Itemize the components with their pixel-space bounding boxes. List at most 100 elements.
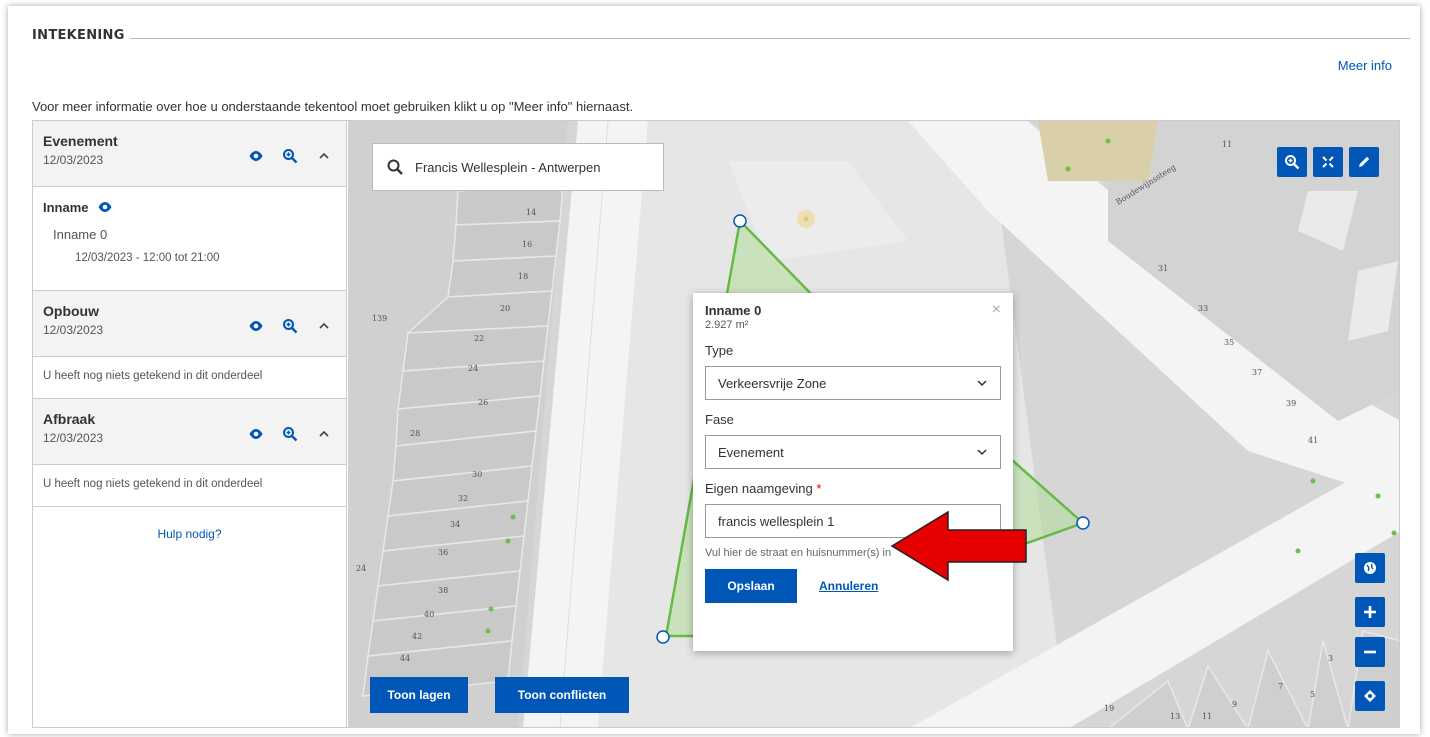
- zoom-to-button[interactable]: [1277, 147, 1307, 177]
- house-number: 24: [356, 564, 366, 573]
- house-number: 22: [474, 334, 484, 343]
- phase-name: Afbraak: [43, 411, 96, 427]
- search-value: Francis Wellesplein - Antwerpen: [415, 159, 601, 175]
- globe-icon: [1364, 562, 1376, 574]
- name-label-text: Eigen naamgeving: [705, 481, 813, 496]
- zoom-icon[interactable]: [282, 426, 298, 442]
- zoom-in-button[interactable]: [1355, 597, 1385, 627]
- house-number: 36: [438, 548, 448, 557]
- name-value: francis wellesplein 1: [718, 513, 835, 529]
- fase-value: Evenement: [718, 444, 784, 460]
- help-link[interactable]: Hulp nodig?: [33, 527, 346, 541]
- house-number: 40: [424, 610, 434, 619]
- toon-conflicten-button[interactable]: Toon conflicten: [495, 677, 629, 713]
- chevron-up-icon[interactable]: [316, 426, 332, 442]
- house-number: 19: [1104, 704, 1114, 713]
- popup-title: Inname 0: [705, 303, 762, 318]
- house-number: 42: [412, 632, 422, 641]
- house-number: 34: [450, 520, 460, 529]
- house-number: 38: [438, 586, 448, 595]
- drawing-workspace: Evenement 12/03/2023 Inname Inname 0 12/…: [32, 120, 1400, 728]
- zoom-icon[interactable]: [282, 318, 298, 334]
- inname-popup: × Inname 0 2.927 m² Type Verkeersvrije Z…: [693, 293, 1013, 651]
- meer-info-link[interactable]: Meer info: [1338, 58, 1392, 73]
- cancel-link[interactable]: Annuleren: [819, 579, 878, 593]
- inname-time: 12/03/2023 - 12:00 tot 21:00: [75, 252, 220, 264]
- house-number: 11: [1222, 140, 1232, 149]
- inname-item[interactable]: Inname 0: [43, 227, 336, 242]
- house-number: 35: [1224, 338, 1234, 347]
- edit-icon: [1359, 156, 1370, 167]
- fullscreen-button[interactable]: [1313, 147, 1343, 177]
- toon-lagen-button[interactable]: Toon lagen: [370, 677, 468, 713]
- phase-evenement[interactable]: Evenement 12/03/2023: [33, 121, 346, 187]
- house-number: 139: [372, 314, 387, 323]
- annotation-arrow-icon: [890, 510, 1027, 582]
- locate-icon: [1364, 690, 1376, 702]
- house-number: 11: [1202, 712, 1212, 721]
- house-number: 41: [1308, 436, 1318, 445]
- type-select[interactable]: Verkeersvrije Zone: [705, 366, 1001, 400]
- house-number: 37: [1252, 368, 1262, 377]
- eye-icon[interactable]: [248, 148, 264, 164]
- phase-name: Evenement: [43, 133, 118, 149]
- search-icon: [387, 159, 403, 175]
- sidebar: Evenement 12/03/2023 Inname Inname 0 12/…: [33, 121, 347, 727]
- house-number: 16: [522, 240, 532, 249]
- house-number: 5: [1310, 690, 1315, 699]
- chevron-down-icon: [977, 380, 987, 387]
- house-number: 9: [1232, 700, 1237, 709]
- chevron-up-icon[interactable]: [316, 148, 332, 164]
- edit-button[interactable]: [1349, 147, 1379, 177]
- inname-title: Inname: [43, 199, 89, 215]
- house-number: 39: [1286, 399, 1296, 408]
- close-icon[interactable]: ×: [992, 301, 1001, 319]
- eye-icon[interactable]: [97, 199, 113, 215]
- house-number: 26: [478, 398, 488, 407]
- house-number: 33: [1198, 304, 1208, 313]
- map-canvas[interactable]: 14 16 18 20 22 24 26 28 30 32 34 36 38 4…: [348, 121, 1399, 727]
- house-number: 24: [468, 364, 478, 373]
- house-number: 3: [1328, 654, 1333, 663]
- house-number: 28: [410, 429, 420, 438]
- fullscreen-icon: [1322, 156, 1334, 168]
- popup-area: 2.927 m²: [705, 319, 749, 331]
- save-button[interactable]: Opslaan: [705, 569, 797, 603]
- required-mark: *: [816, 481, 822, 496]
- inname-block: Inname Inname 0 12/03/2023 - 12:00 tot 2…: [33, 187, 346, 291]
- house-number: 30: [472, 470, 482, 479]
- house-number: 44: [400, 654, 410, 663]
- zoom-icon[interactable]: [282, 148, 298, 164]
- fase-label: Fase: [705, 412, 734, 427]
- globe-button[interactable]: [1355, 553, 1385, 583]
- section-title: INTEKENING: [32, 28, 125, 43]
- phase-opbouw[interactable]: Opbouw 12/03/2023: [33, 291, 346, 357]
- app-frame: INTEKENING Meer info Voor meer informati…: [8, 6, 1420, 734]
- type-value: Verkeersvrije Zone: [718, 375, 827, 391]
- phase-name: Opbouw: [43, 303, 99, 319]
- intro-text: Voor meer informatie over hoe u ondersta…: [32, 99, 634, 114]
- zoom-out-button[interactable]: [1355, 637, 1385, 667]
- eye-icon[interactable]: [248, 318, 264, 334]
- house-number: 14: [526, 208, 536, 217]
- empty-note: U heeft nog niets getekend in dit onderd…: [33, 357, 346, 399]
- map-search[interactable]: Francis Wellesplein - Antwerpen: [372, 143, 664, 191]
- empty-note: U heeft nog niets getekend in dit onderd…: [33, 465, 346, 507]
- house-number: 7: [1278, 682, 1283, 691]
- house-number: 18: [518, 272, 528, 281]
- phase-afbraak[interactable]: Afbraak 12/03/2023: [33, 399, 346, 465]
- zoom-out-icon: [1364, 650, 1376, 654]
- house-number: 20: [500, 304, 510, 313]
- eye-icon[interactable]: [248, 426, 264, 442]
- house-number: 32: [458, 494, 468, 503]
- type-label: Type: [705, 343, 734, 358]
- fase-select[interactable]: Evenement: [705, 435, 1001, 469]
- title-divider: [130, 38, 1410, 39]
- name-label: Eigen naamgeving *: [705, 481, 1001, 496]
- house-number: 13: [1170, 712, 1180, 721]
- chevron-up-icon[interactable]: [316, 318, 332, 334]
- zoom-in-icon: [1364, 606, 1376, 618]
- zoom-to-icon: [1285, 155, 1300, 170]
- locate-button[interactable]: [1355, 681, 1385, 711]
- chevron-down-icon: [977, 449, 987, 456]
